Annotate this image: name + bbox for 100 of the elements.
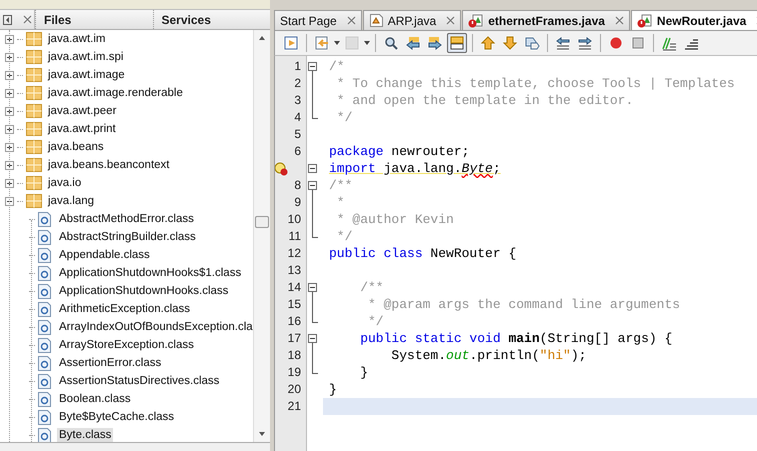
package-label[interactable]: java.awt.peer bbox=[46, 104, 118, 118]
package-icon bbox=[26, 32, 42, 46]
class-file-icon bbox=[38, 302, 51, 316]
package-label[interactable]: java.awt.image.renderable bbox=[46, 86, 185, 100]
collapse-toggle-icon[interactable] bbox=[5, 196, 14, 206]
java-file-error-icon bbox=[636, 13, 653, 28]
class-file-label[interactable]: ArithmeticException.class bbox=[57, 302, 192, 316]
package-label[interactable]: java.awt.im.spi bbox=[46, 50, 126, 64]
class-file-label[interactable]: AbstractStringBuilder.class bbox=[57, 230, 198, 244]
class-file-label[interactable]: Byte$ByteCache.class bbox=[57, 410, 176, 424]
expand-toggle-icon[interactable] bbox=[5, 142, 14, 152]
up-arrow-icon bbox=[480, 35, 496, 51]
dropdown-arrow-icon[interactable] bbox=[364, 41, 370, 45]
shift-left-icon bbox=[555, 35, 571, 51]
scroll-up-icon[interactable] bbox=[259, 36, 265, 40]
package-icon bbox=[26, 122, 42, 136]
package-icon bbox=[26, 158, 42, 172]
line-number: 18 bbox=[288, 348, 301, 362]
line-number: 4 bbox=[294, 110, 301, 124]
class-file-icon bbox=[38, 248, 51, 262]
class-file-icon bbox=[38, 284, 51, 298]
vertical-scrollbar[interactable] bbox=[253, 30, 270, 442]
close-icon[interactable] bbox=[614, 16, 624, 25]
class-file-icon bbox=[38, 392, 51, 406]
expand-toggle-icon[interactable] bbox=[5, 34, 14, 44]
close-icon[interactable] bbox=[446, 16, 456, 25]
package-label[interactable]: java.lang bbox=[46, 194, 96, 208]
class-file-icon bbox=[38, 230, 51, 244]
package-icon bbox=[26, 140, 42, 154]
class-file-label[interactable]: AssertionError.class bbox=[57, 356, 164, 370]
dropdown-arrow-icon[interactable] bbox=[334, 41, 340, 45]
expand-toggle-icon[interactable] bbox=[5, 178, 14, 188]
lightbulb-error-icon[interactable] bbox=[275, 162, 288, 176]
editor-tab[interactable]: ethernetFrames.java bbox=[462, 10, 630, 30]
code-line: } bbox=[328, 381, 338, 398]
expand-toggle-icon[interactable] bbox=[5, 160, 14, 170]
fold-toggle[interactable] bbox=[308, 334, 317, 343]
fold-toggle[interactable] bbox=[308, 181, 317, 190]
forward-icon bbox=[344, 35, 360, 51]
line-number: 2 bbox=[294, 76, 301, 90]
package-label[interactable]: java.io bbox=[46, 176, 84, 190]
class-file-label[interactable]: Appendable.class bbox=[57, 248, 152, 262]
line-number: 10 bbox=[288, 212, 301, 226]
package-icon bbox=[26, 86, 42, 100]
horizontal-scrollbar[interactable] bbox=[0, 442, 270, 451]
expand-toggle-icon[interactable] bbox=[5, 70, 14, 80]
line-number: 16 bbox=[288, 314, 301, 328]
highlight-button[interactable] bbox=[447, 33, 467, 53]
class-file-icon bbox=[38, 410, 51, 424]
scroll-down-icon[interactable] bbox=[259, 432, 265, 436]
panel-tab[interactable]: Services bbox=[152, 10, 270, 29]
expand-toggle-icon[interactable] bbox=[5, 52, 14, 62]
package-label[interactable]: java.awt.im bbox=[46, 32, 108, 46]
class-file-label[interactable]: AssertionStatusDirectives.class bbox=[57, 374, 222, 388]
code-line: * and open the template in the editor. bbox=[336, 92, 634, 109]
line-number: 1 bbox=[294, 59, 301, 73]
class-file-label[interactable]: ArrayStoreException.class bbox=[57, 338, 196, 352]
line-number: 17 bbox=[288, 331, 301, 345]
package-label[interactable]: java.beans.beancontext bbox=[46, 158, 172, 172]
fold-toggle[interactable] bbox=[308, 283, 317, 292]
fold-toggle[interactable] bbox=[308, 164, 317, 173]
fold-guide-end bbox=[312, 109, 318, 119]
fold-toggle[interactable] bbox=[308, 62, 317, 71]
search-icon bbox=[383, 35, 399, 51]
class-file-label[interactable]: ApplicationShutdownHooks.class bbox=[57, 284, 230, 298]
panel-tab[interactable]: Files bbox=[35, 10, 152, 29]
class-file-label[interactable]: ApplicationShutdownHooks$1.class bbox=[57, 266, 244, 280]
expand-toggle-icon[interactable] bbox=[5, 124, 14, 134]
class-file-label[interactable]: Byte.class bbox=[57, 428, 114, 442]
line-number: 11 bbox=[288, 229, 301, 243]
back-icon bbox=[314, 35, 330, 51]
minimize-icon[interactable] bbox=[2, 14, 12, 24]
line-number: 20 bbox=[288, 382, 301, 396]
shift-right-icon bbox=[577, 35, 593, 51]
package-label[interactable]: java.beans bbox=[46, 140, 106, 154]
line-number: 12 bbox=[288, 246, 301, 260]
line-number: 8 bbox=[294, 178, 301, 192]
editor-tab[interactable]: NewRouter.java bbox=[630, 10, 757, 30]
code-line: import java.lang.Byte; bbox=[328, 160, 502, 177]
class-file-label[interactable]: AbstractMethodError.class bbox=[57, 212, 196, 226]
package-label[interactable]: java.awt.print bbox=[46, 122, 118, 136]
class-file-label[interactable]: Boolean.class bbox=[57, 392, 133, 406]
editor-tab[interactable]: ARP.java bbox=[362, 10, 462, 30]
code-line: */ bbox=[336, 109, 354, 126]
package-label[interactable]: java.awt.image bbox=[46, 68, 127, 82]
class-file-icon bbox=[38, 428, 51, 442]
close-icon[interactable] bbox=[22, 15, 32, 24]
class-file-icon bbox=[38, 266, 51, 280]
close-icon[interactable] bbox=[346, 16, 356, 25]
package-icon bbox=[26, 194, 42, 208]
editor-tab[interactable]: Start Page bbox=[274, 10, 362, 30]
class-file-icon bbox=[38, 338, 51, 352]
package-icon bbox=[26, 104, 42, 118]
code-line: package newrouter; bbox=[328, 143, 470, 160]
line-number: 19 bbox=[288, 365, 301, 379]
last-edit-icon bbox=[283, 35, 299, 51]
expand-toggle-icon[interactable] bbox=[5, 88, 14, 98]
class-file-label[interactable]: ArrayIndexOutOfBoundsException.cla bbox=[57, 320, 253, 334]
scroll-thumb[interactable] bbox=[255, 216, 269, 228]
expand-toggle-icon[interactable] bbox=[5, 106, 14, 116]
